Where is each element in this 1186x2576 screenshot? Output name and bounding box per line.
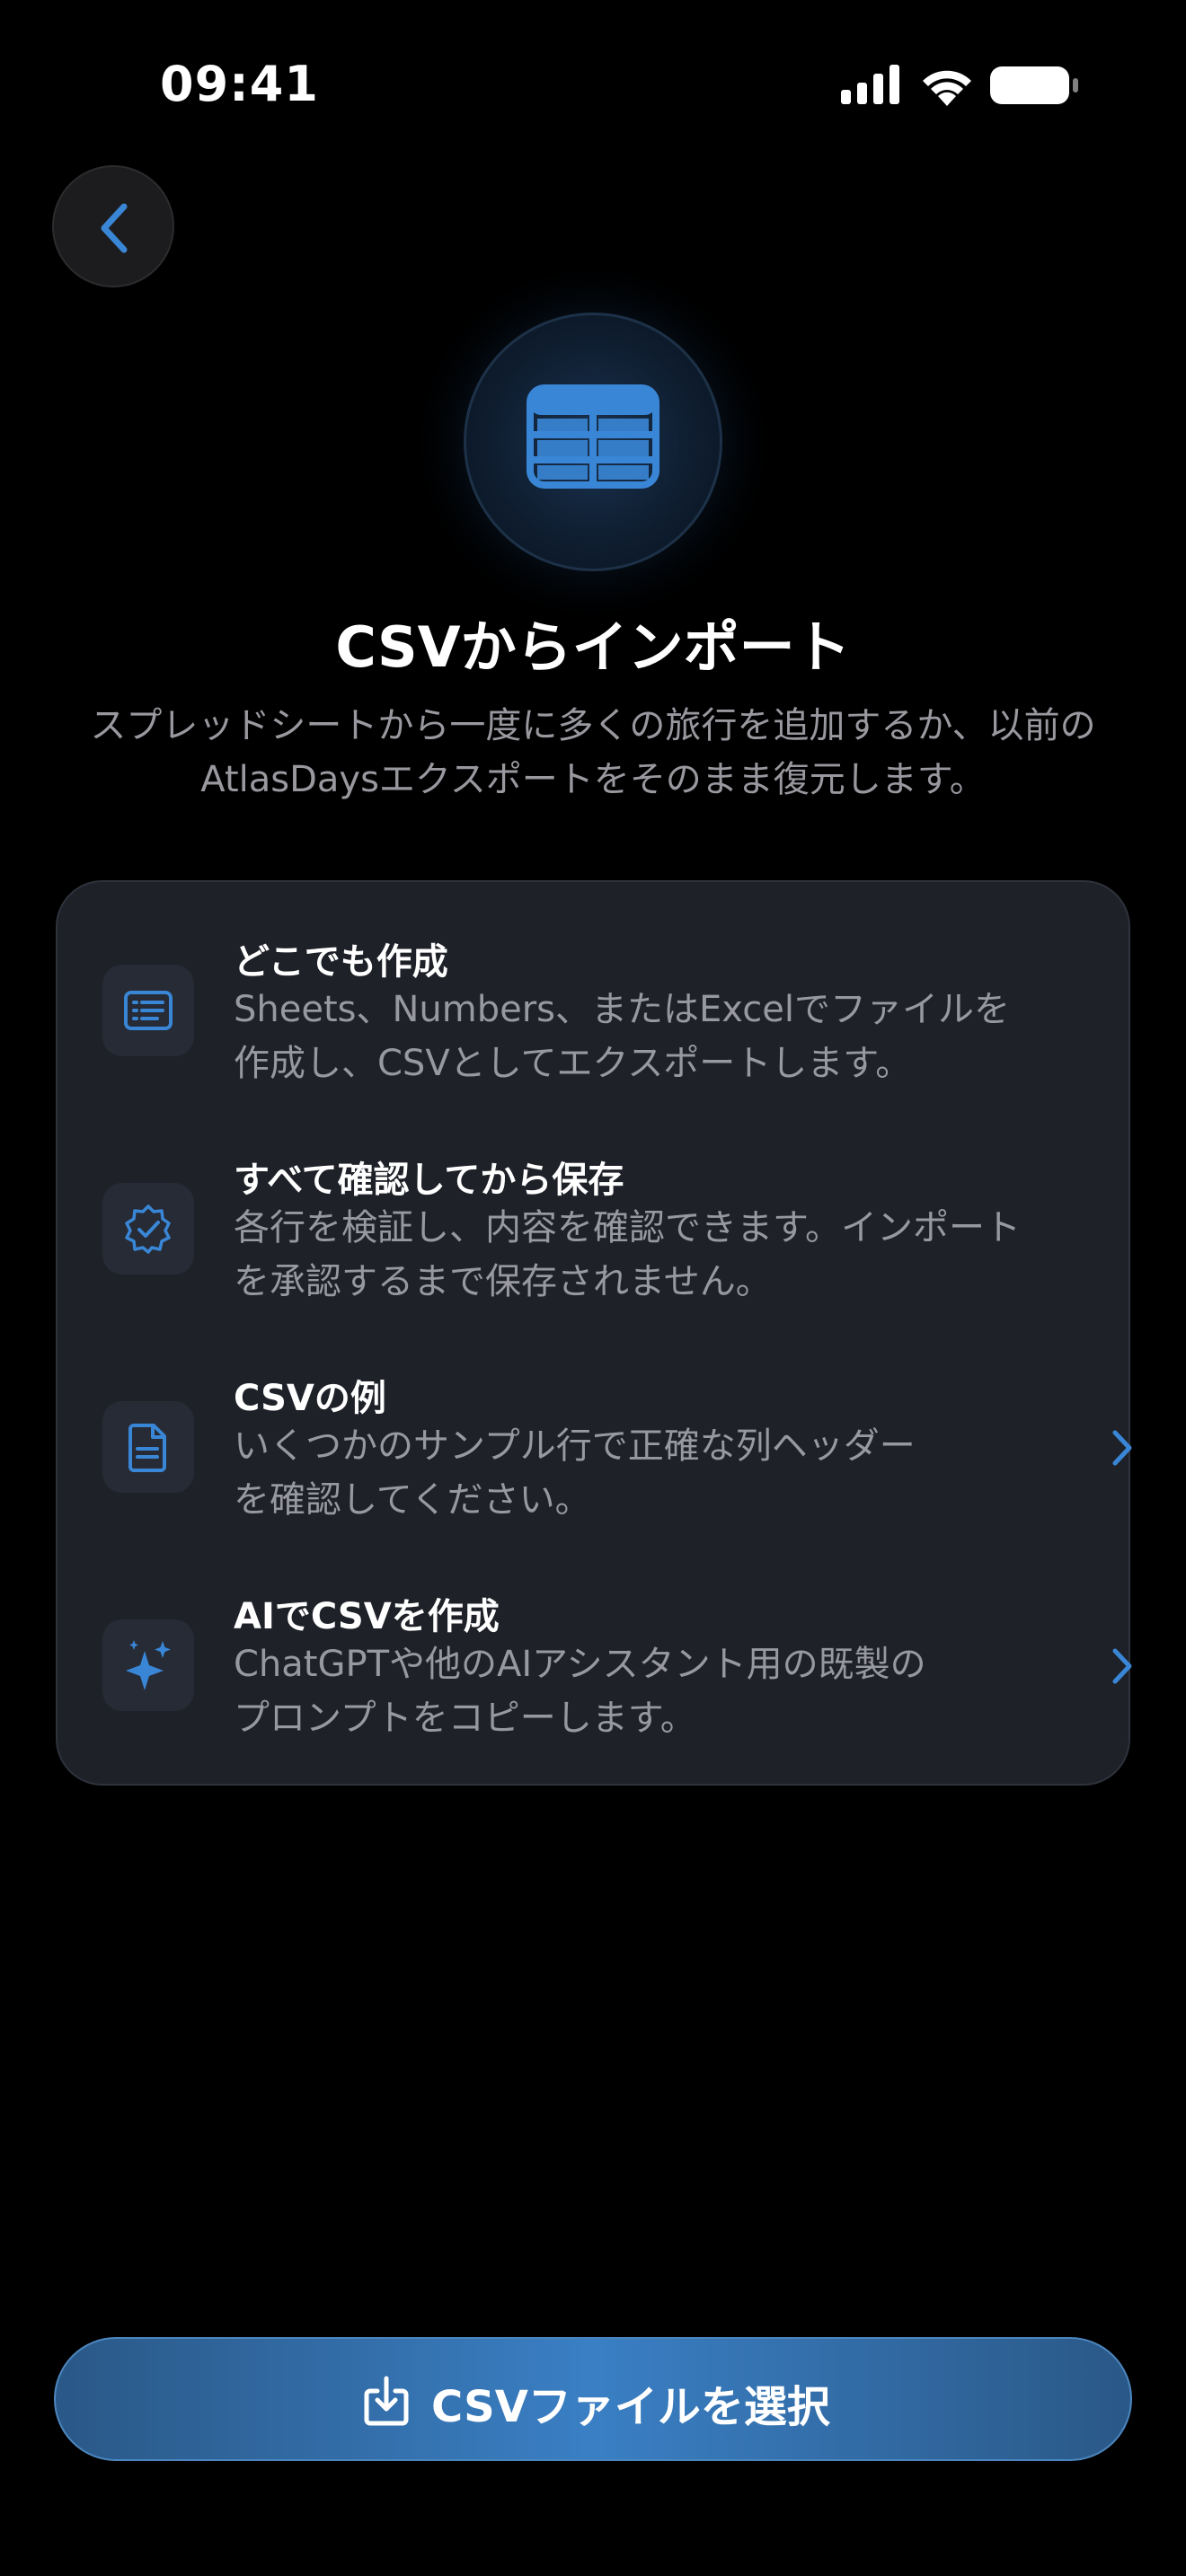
row-icon-container xyxy=(102,1183,194,1275)
file-icon xyxy=(128,1424,166,1472)
feature-row-review-before-save: すべて確認してから保存 各行を検証し、内容を確認できます。インポート を承認する… xyxy=(58,1136,1132,1343)
description-line: 作成し、CSVとしてエクスポートします。 xyxy=(234,1043,912,1084)
chevron-left-icon xyxy=(101,203,128,253)
feature-description: 各行を検証し、内容を確認できます。インポート を承認するまで保存されません。 xyxy=(234,1201,1096,1309)
feature-title: すべて確認してから保存 xyxy=(234,1160,624,1201)
import-icon xyxy=(364,2376,409,2426)
document-lines-icon xyxy=(124,991,173,1030)
feature-row-create-with-ai[interactable]: AIでCSVを作成 ChatGPTや他のAIアシスタント用の既製の プロンプトを… xyxy=(58,1573,1132,1779)
page-title: CSVからインポート xyxy=(335,614,851,680)
hero-icon-circle xyxy=(464,313,722,571)
description-line: 各行を検証し、内容を確認できます。インポート xyxy=(234,1207,1021,1248)
chevron-right-icon xyxy=(1112,1648,1132,1684)
wifi-icon xyxy=(923,70,971,106)
description-line: Sheets、Numbers、またはExcelでファイルを xyxy=(234,989,1010,1030)
feature-description: いくつかのサンプル行で正確な列ヘッダー を確認してください。 xyxy=(234,1419,970,1527)
feature-row-csv-example[interactable]: CSVの例 いくつかのサンプル行で正確な列ヘッダー を確認してください。 xyxy=(58,1354,1132,1561)
status-icons xyxy=(841,65,1078,108)
chevron-right-icon xyxy=(1112,1430,1132,1466)
page-subtitle: スプレッドシートから一度に多くの旅行を追加するか、以前の AtlasDaysエク… xyxy=(54,699,1132,807)
feature-description: Sheets、Numbers、またはExcelでファイルを 作成し、CSVとして… xyxy=(234,983,1096,1090)
back-button[interactable] xyxy=(52,165,174,287)
select-csv-file-label: CSVファイルを選択 xyxy=(431,2382,830,2432)
feature-description: ChatGPTや他のAIアシスタント用の既製の プロンプトをコピーします。 xyxy=(234,1637,970,1745)
sparkles-icon xyxy=(126,1640,171,1690)
description-line: ChatGPTや他のAIアシスタント用の既製の xyxy=(234,1644,926,1685)
select-csv-file-button[interactable]: CSVファイルを選択 xyxy=(54,2337,1132,2461)
feature-title: どこでも作成 xyxy=(234,941,448,983)
verified-badge-icon xyxy=(125,1204,171,1254)
description-line: いくつかのサンプル行で正確な列ヘッダー xyxy=(234,1425,916,1467)
feature-row-create-anywhere: どこでも作成 Sheets、Numbers、またはExcelでファイルを 作成し… xyxy=(58,918,1132,1125)
battery-icon xyxy=(990,66,1078,104)
feature-title: AIでCSVを作成 xyxy=(234,1596,500,1637)
row-icon-container xyxy=(102,1619,194,1711)
feature-title: CSVの例 xyxy=(234,1378,386,1419)
subtitle-line: AtlasDaysエクスポートをそのまま復元します。 xyxy=(200,759,986,800)
subtitle-line: スプレッドシートから一度に多くの旅行を追加するか、以前の xyxy=(90,705,1096,746)
cellular-signal-icon xyxy=(841,65,899,104)
row-icon-container xyxy=(102,965,194,1056)
description-line: プロンプトをコピーします。 xyxy=(234,1698,696,1739)
row-icon-container xyxy=(102,1401,194,1493)
description-line: を確認してください。 xyxy=(234,1479,591,1521)
description-line: を承認するまで保存されません。 xyxy=(234,1261,772,1302)
status-time: 09:41 xyxy=(160,56,319,112)
table-icon xyxy=(527,384,659,489)
feature-card: どこでも作成 Sheets、Numbers、またはExcelでファイルを 作成し… xyxy=(56,880,1132,1786)
